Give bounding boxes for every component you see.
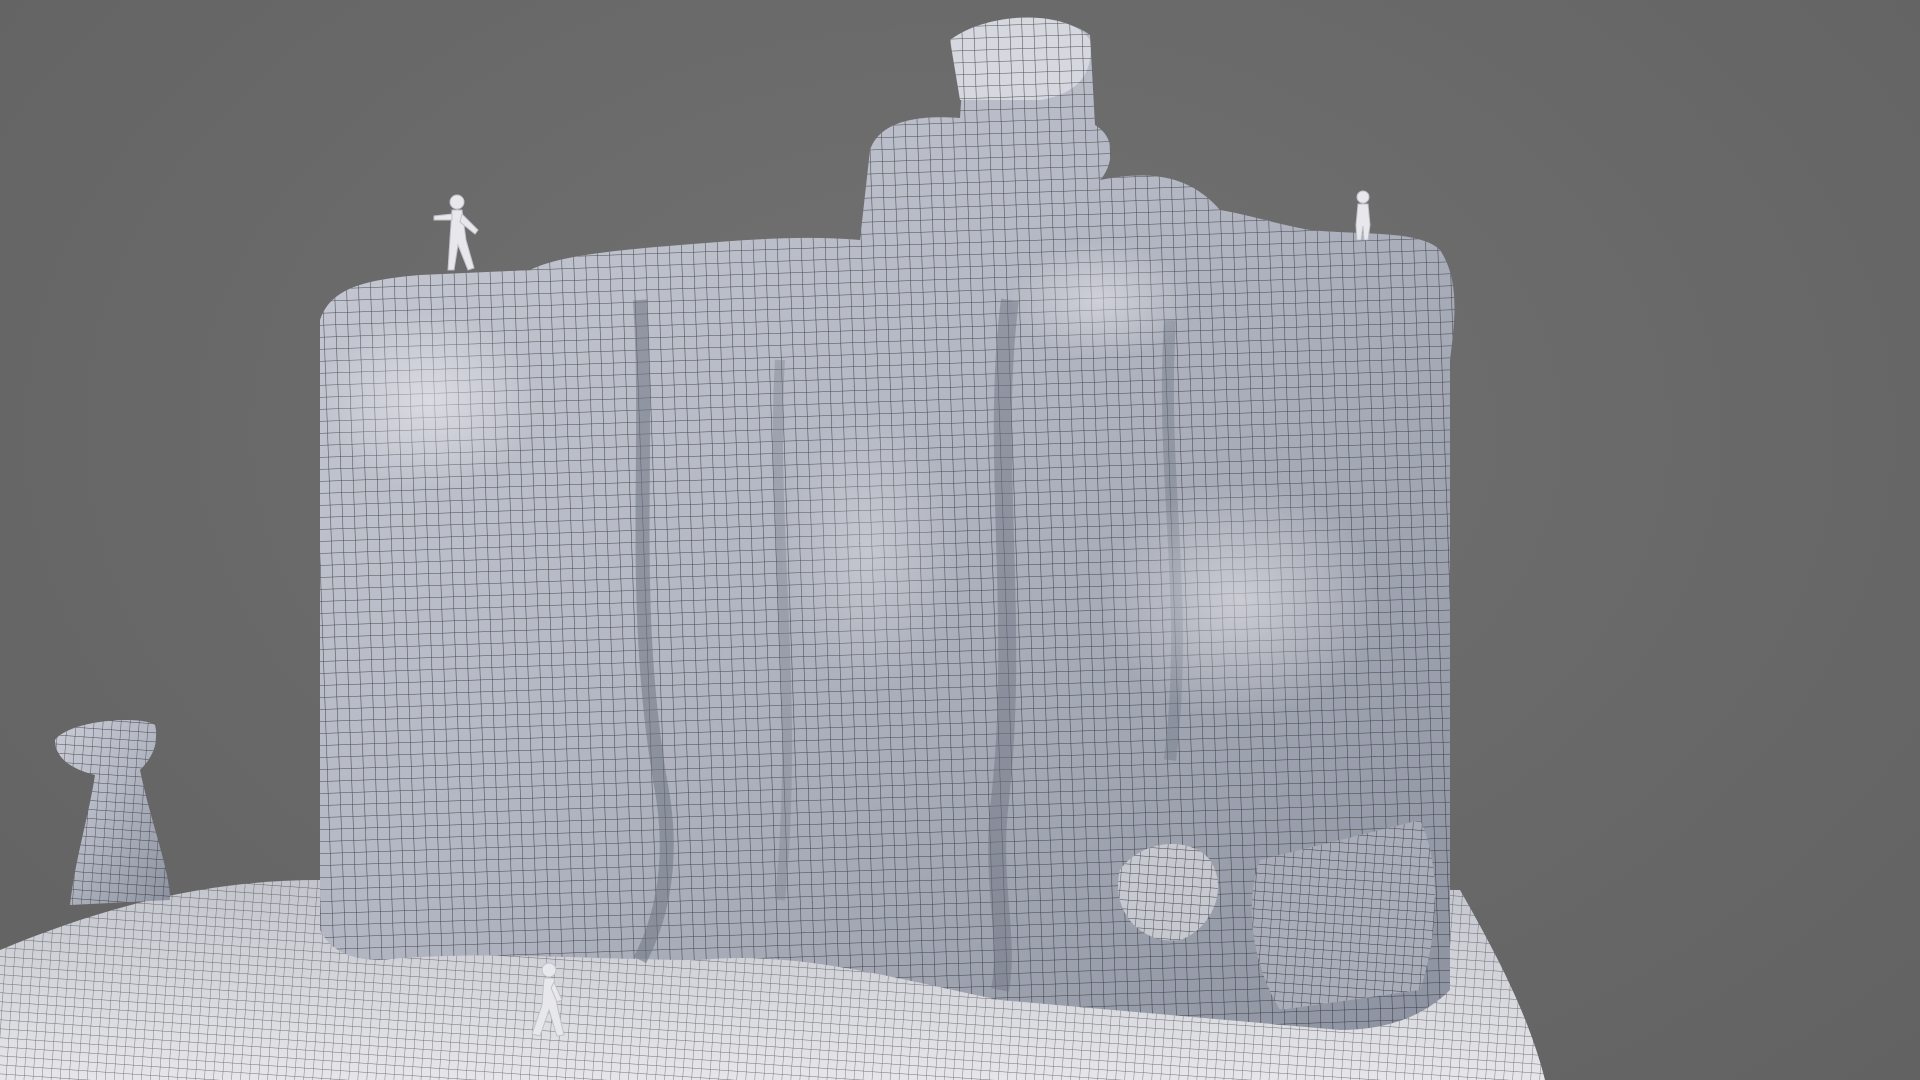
human-figure-top-left <box>433 194 479 271</box>
human-figure-top-right <box>1355 190 1371 241</box>
render-viewport <box>0 0 1920 1080</box>
hoodoo-mesh <box>55 720 170 905</box>
rock-mesh-render <box>0 17 1545 1080</box>
